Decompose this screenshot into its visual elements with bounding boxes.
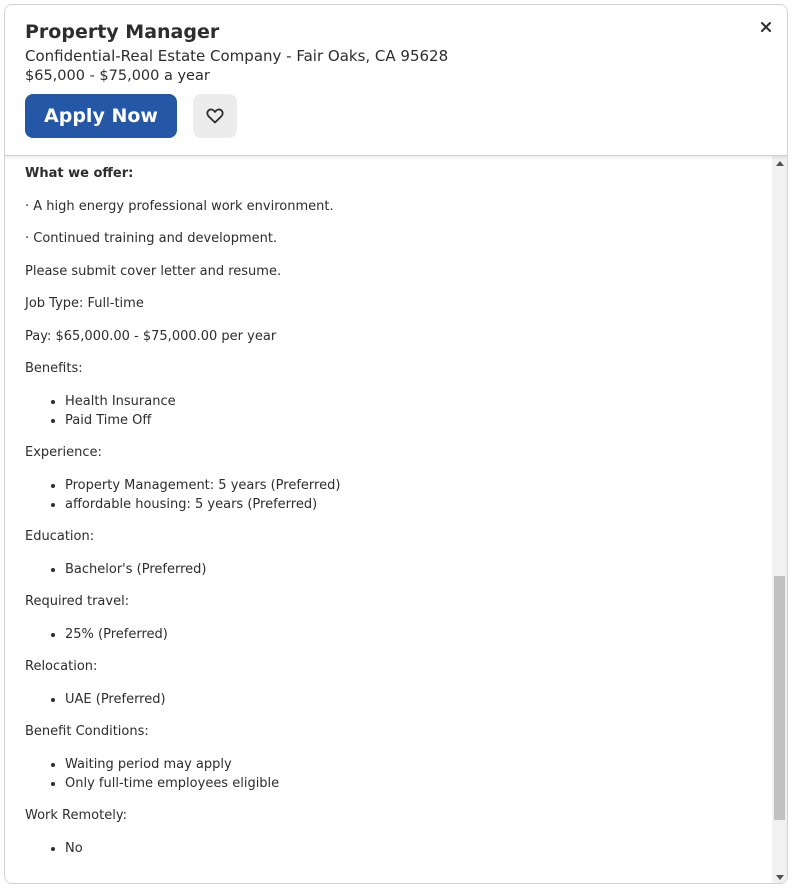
company-location: Confidential-Real Estate Company - Fair …: [25, 47, 449, 65]
benefits-label: Benefits:: [25, 361, 83, 376]
experience-list: Property Management: 5 years (Preferred)…: [25, 476, 765, 514]
list-item: Waiting period may apply: [65, 755, 765, 774]
job-type: Job Type: Full-time: [25, 296, 144, 311]
benefit-conditions-label: Benefit Conditions:: [25, 724, 149, 739]
offer-heading: What we offer:: [25, 166, 134, 181]
pay-range: Pay: $65,000.00 - $75,000.00 per year: [25, 328, 277, 344]
submit-note: Please submit cover letter and resume.: [25, 263, 282, 279]
list-item: affordable housing: 5 years (Preferred): [65, 495, 765, 514]
list-item: Only full-time employees eligible: [65, 774, 765, 793]
list-item: 25% (Preferred): [65, 625, 765, 644]
save-job-button[interactable]: [193, 94, 237, 138]
triangle-down-icon: [775, 874, 784, 880]
list-item: No: [65, 839, 765, 858]
benefit-conditions-list: Waiting period may apply Only full-time …: [25, 755, 765, 793]
experience-label: Experience:: [25, 445, 102, 460]
salary-range: $65,000 - $75,000 a year: [25, 68, 210, 84]
remote-label: Work Remotely:: [25, 808, 127, 823]
benefits-list: Health Insurance Paid Time Off: [25, 392, 765, 430]
relocation-list: UAE (Preferred): [25, 690, 765, 709]
offer-item: · Continued training and development.: [25, 231, 278, 246]
list-item: Bachelor's (Preferred): [65, 560, 765, 579]
education-label: Education:: [25, 529, 95, 544]
scroll-up-button[interactable]: [772, 156, 787, 170]
close-icon: [760, 21, 772, 33]
triangle-up-icon: [775, 160, 784, 166]
scroll-down-button[interactable]: [772, 870, 787, 883]
job-description-scroll-area[interactable]: What we offer: · A high energy professio…: [5, 156, 771, 883]
offer-item: · A high energy professional work enviro…: [25, 198, 334, 214]
travel-list: 25% (Preferred): [25, 625, 765, 644]
list-item: Property Management: 5 years (Preferred): [65, 476, 765, 495]
heart-icon: [206, 108, 224, 124]
close-button[interactable]: [756, 17, 776, 37]
education-list: Bachelor's (Preferred): [25, 560, 765, 579]
scrollbar-thumb[interactable]: [774, 576, 785, 820]
remote-list: No: [25, 839, 765, 858]
vertical-scrollbar[interactable]: [772, 156, 787, 883]
job-details-panel: Property Manager Confidential-Real Estat…: [4, 4, 788, 884]
travel-label: Required travel:: [25, 594, 130, 609]
apply-now-button[interactable]: Apply Now: [25, 94, 177, 138]
job-title: Property Manager: [25, 21, 220, 43]
job-header: Property Manager Confidential-Real Estat…: [5, 5, 787, 156]
list-item: Paid Time Off: [65, 411, 765, 430]
relocation-label: Relocation:: [25, 659, 98, 674]
list-item: UAE (Preferred): [65, 690, 765, 709]
list-item: Health Insurance: [65, 392, 765, 411]
job-description: What we offer: · A high energy professio…: [25, 164, 765, 871]
